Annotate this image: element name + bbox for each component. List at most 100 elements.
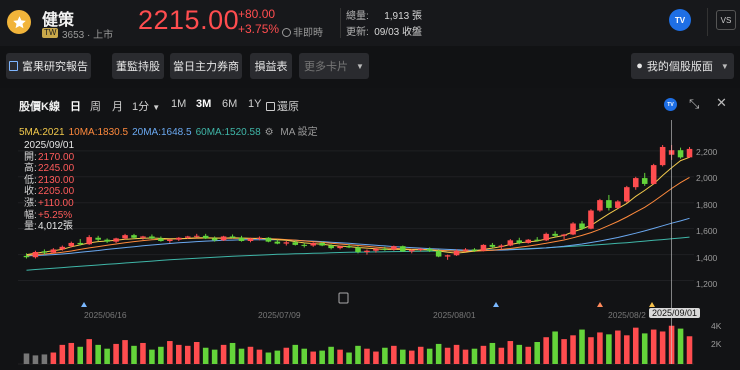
kline-chart-svg[interactable]	[0, 88, 740, 370]
volume-bar	[435, 343, 442, 364]
volume-bar	[301, 348, 308, 364]
volume-bar	[507, 341, 514, 364]
volume-bar	[274, 350, 281, 364]
candle-body	[95, 237, 101, 240]
candle-body	[426, 248, 433, 251]
ma5-line	[26, 156, 690, 256]
event-marker-icon	[597, 302, 603, 307]
volume-bar	[462, 349, 469, 364]
volume-bar	[408, 350, 415, 364]
candle-body	[202, 235, 209, 239]
ohlc-open: 2170.00	[38, 151, 75, 163]
tradingview-button[interactable]: TV	[669, 9, 691, 31]
candle-body	[570, 223, 576, 235]
candle-body	[364, 250, 370, 253]
candle-body	[543, 233, 549, 241]
y-tick-label: 1,200	[696, 279, 718, 289]
candle-body	[435, 250, 442, 257]
volume-bar	[95, 344, 101, 364]
volume-bar	[480, 345, 487, 364]
updated-value: 09/03 收盤	[374, 27, 422, 38]
volume-bar	[238, 348, 245, 364]
kline-chart-panel: 股價K線 日 周 月 1分 ▼ 1M 3M 6M 1Y 還原 TV ⤡ ✕ 5M…	[0, 88, 740, 370]
volume-bar	[23, 353, 30, 364]
candle-body	[417, 248, 424, 251]
candle-body	[498, 245, 505, 247]
candle-body	[534, 239, 540, 241]
volume-bar	[561, 339, 567, 364]
candle-body	[677, 150, 684, 158]
volume-bar	[606, 334, 612, 364]
volume-bar	[337, 349, 343, 364]
divider	[707, 8, 708, 36]
research-report-button[interactable]: 富果研究報告	[6, 53, 91, 79]
candle-body	[462, 249, 469, 251]
more-cards-dropdown[interactable]: 更多卡片 ▼	[299, 53, 369, 79]
candle-body	[650, 165, 657, 184]
volume-bar	[498, 347, 505, 364]
volume-bar	[570, 335, 576, 364]
volume-bar	[632, 327, 639, 364]
volume-bar	[256, 349, 263, 364]
volume-bar	[579, 329, 585, 364]
x-tick-label: 2025/06/16	[84, 310, 127, 320]
candle-body	[615, 201, 621, 208]
chevron-down-icon: ▼	[720, 61, 729, 71]
candle-body	[176, 237, 182, 240]
volume-bar	[552, 331, 558, 364]
volume-bar	[158, 346, 164, 364]
volume-bar	[310, 351, 316, 364]
volume-tick-label: 4K	[711, 321, 722, 331]
volume-bar	[283, 347, 290, 364]
volume-bar	[202, 347, 209, 364]
ohlc-low: 2130.00	[38, 174, 75, 186]
candle-body	[23, 255, 30, 258]
candle-body	[319, 242, 325, 246]
favorite-star-icon[interactable]	[7, 10, 31, 34]
candle-body	[489, 244, 496, 247]
ohlc-pct-label: 幅:	[24, 209, 37, 221]
volume-bar	[391, 345, 397, 364]
volume-bar	[167, 341, 173, 364]
volume-bar	[229, 342, 236, 364]
candle-body	[659, 146, 666, 166]
candle-body	[283, 242, 290, 244]
candle-body	[408, 250, 415, 252]
candle-body	[158, 238, 164, 241]
candle-body	[641, 178, 648, 184]
candle-body	[471, 249, 478, 251]
candle-body	[122, 235, 128, 239]
candle-body	[211, 238, 218, 241]
stock-app: { "header": { "name": "健策", "market_tag"…	[0, 0, 740, 370]
directors-holdings-button[interactable]: 董監持股	[112, 53, 164, 79]
volume-bar	[328, 346, 334, 364]
candle-body	[453, 250, 460, 256]
volume-bar	[319, 350, 325, 364]
candle-body	[444, 255, 451, 257]
volume-bar	[77, 346, 84, 364]
candle-body	[229, 236, 236, 238]
candle-body	[184, 236, 191, 238]
candle-body	[59, 246, 66, 250]
candle-body	[507, 240, 514, 246]
realtime-status-label: 非即時	[293, 28, 323, 39]
volume-bar	[247, 346, 254, 364]
ohlc-high-label: 高:	[24, 163, 37, 175]
event-marker-icon	[649, 302, 655, 307]
candle-body	[220, 236, 227, 241]
ohlc-pct: +5.25%	[38, 209, 73, 221]
candle-body	[624, 187, 630, 202]
main-brokers-button[interactable]: 當日主力券商	[170, 53, 242, 79]
realtime-status: 非即時	[282, 24, 323, 39]
volume-bar	[32, 355, 39, 364]
y-tick-label: 1,600	[696, 226, 718, 236]
ohlc-change: +110.00	[38, 197, 74, 209]
chevron-down-icon: ▼	[356, 61, 364, 71]
ma60-line	[26, 236, 690, 271]
my-layout-dropdown[interactable]: ● 我的個股版面 ▼	[631, 53, 734, 79]
candle-body	[193, 235, 200, 237]
compare-vs-button[interactable]: VS	[716, 10, 736, 30]
income-statement-button[interactable]: 損益表	[250, 53, 292, 79]
crosshair-date-label: 2025/09/01	[649, 308, 701, 318]
candle-body	[588, 210, 594, 229]
